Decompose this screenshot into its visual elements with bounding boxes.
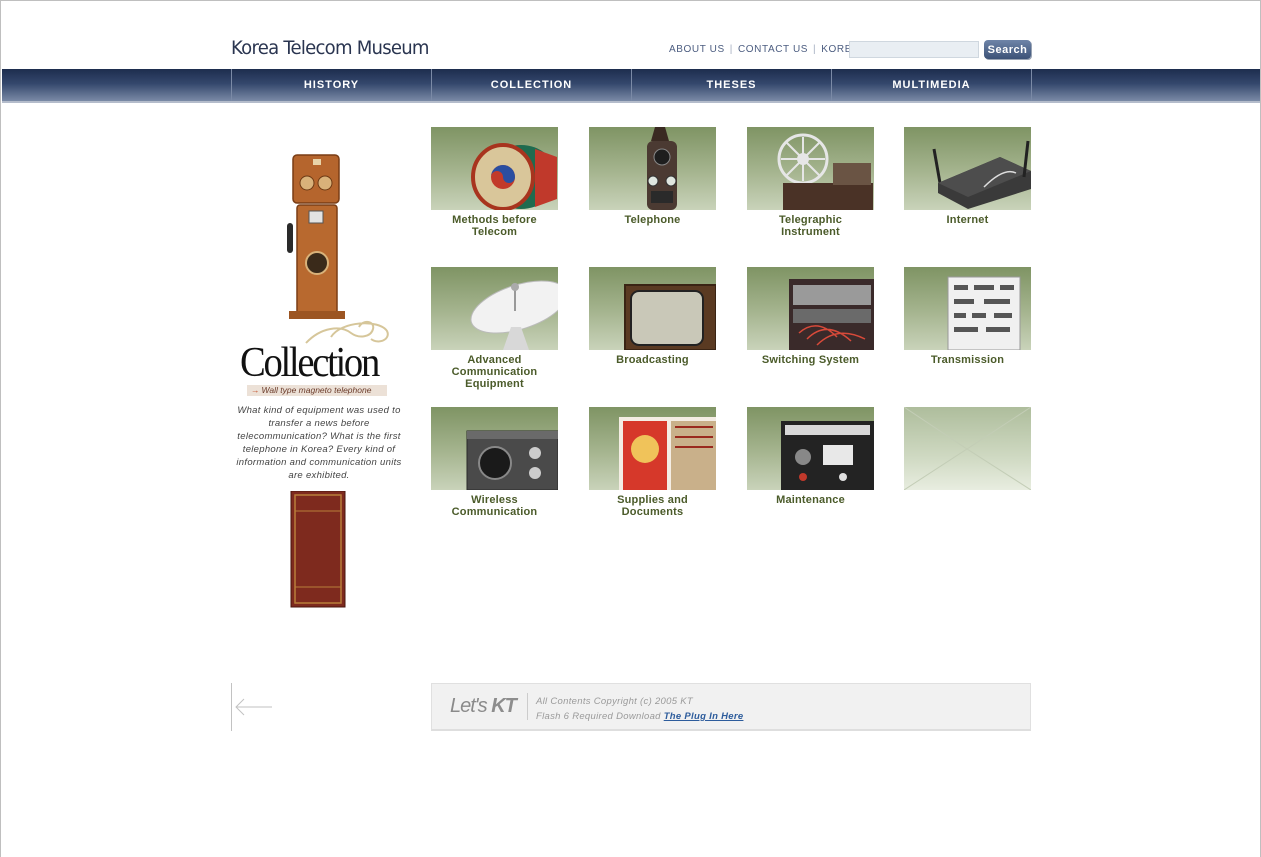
collection-item-switching-system[interactable]: Switching System: [747, 267, 874, 387]
radio-icon: [466, 430, 558, 490]
nav-collection[interactable]: COLLECTION: [431, 69, 631, 101]
thumbnail: [904, 267, 1031, 350]
separator: |: [729, 44, 733, 55]
contact-us-link[interactable]: CONTACT US: [738, 44, 808, 55]
tile-label: Maintenance: [776, 494, 845, 506]
tile-label: Wireless Communication: [451, 494, 538, 518]
footer-divider: [527, 693, 528, 720]
plugin-download-link[interactable]: The Plug In Here: [664, 711, 744, 722]
telegraph-icon: [777, 133, 873, 210]
wall-telephone-image: [287, 154, 345, 319]
thumbnail: [431, 267, 558, 350]
site-title[interactable]: Korea Telecom Museum: [231, 37, 429, 59]
nav-theses[interactable]: THESES: [631, 69, 831, 101]
tile-label: Switching System: [761, 354, 860, 366]
collection-item-telephone[interactable]: Telephone: [589, 127, 716, 247]
collection-heading: Collection: [240, 340, 380, 386]
about-us-link[interactable]: ABOUT US: [669, 44, 725, 55]
document-icon: [619, 417, 716, 490]
separator: |: [813, 44, 817, 55]
footer: Let's KT All Contents Copyright (c) 2005…: [431, 683, 1031, 731]
tile-label: Internet: [946, 214, 989, 226]
collection-item-transmission[interactable]: Transmission: [904, 267, 1031, 387]
book-image: [290, 491, 346, 608]
thumbnail: [589, 127, 716, 210]
tv-icon: [624, 284, 716, 350]
tile-label: Methods before Telecom: [452, 214, 537, 238]
collection-item-advanced-communication-equipment[interactable]: Advanced Communication Equipment: [431, 267, 558, 390]
logo-kt: KT: [491, 695, 517, 717]
back-button[interactable]: [231, 683, 276, 731]
collection-item-broadcasting[interactable]: Broadcasting: [589, 267, 716, 387]
tile-label: Telephone: [624, 214, 681, 226]
search-input[interactable]: [849, 41, 979, 58]
collection-placeholder: [904, 407, 1031, 527]
flash-notice-text: Flash 6 Required Download: [536, 711, 661, 722]
thumbnail: [747, 267, 874, 350]
search-button[interactable]: Search: [984, 40, 1031, 59]
collection-item-telegraphic-instrument[interactable]: Telegraphic Instrument: [747, 127, 874, 247]
tile-label: Advanced Communication Equipment: [451, 354, 538, 390]
thumbnail: [589, 267, 716, 350]
logo-lets: Let's: [450, 695, 488, 717]
nav-multimedia[interactable]: MULTIMEDIA: [831, 69, 1031, 101]
router-icon: [932, 140, 1031, 209]
tile-label: Telegraphic Instrument: [778, 214, 843, 238]
thumbnail: [904, 127, 1031, 210]
arrow-left-icon: [235, 698, 272, 716]
collection-item-maintenance[interactable]: Maintenance: [747, 407, 874, 527]
thumbnail: [747, 127, 874, 210]
tile-label: Transmission: [930, 354, 1005, 366]
placeholder-thumbnail: [904, 407, 1031, 490]
nav-history[interactable]: HISTORY: [231, 69, 431, 101]
arrow-right-icon: →: [251, 385, 260, 395]
collection-item-supplies-and-documents[interactable]: Supplies and Documents: [589, 407, 716, 527]
flash-notice: Flash 6 Required Download The Plug In He…: [536, 709, 743, 724]
collection-intro-panel: Collection → Wall type magneto telephone …: [231, 131, 411, 631]
telephone-icon: [647, 127, 677, 210]
kt-logo[interactable]: Let's KT: [450, 695, 517, 718]
satellite-dish-icon: [470, 280, 558, 350]
nav-divider: [1031, 69, 1032, 101]
transmission-rack-icon: [947, 276, 1021, 350]
switchboard-icon: [789, 279, 874, 350]
tile-label: Supplies and Documents: [617, 494, 688, 518]
collection-item-wireless-communication[interactable]: Wireless Communication: [431, 407, 558, 527]
footer-text: All Contents Copyright (c) 2005 KT Flash…: [536, 694, 743, 724]
main-nav: HISTORY COLLECTION THESES MULTIMEDIA: [2, 69, 1260, 103]
thumbnail: [431, 127, 558, 210]
test-equipment-icon: [781, 421, 874, 490]
thumbnail: [589, 407, 716, 490]
image-caption: → Wall type magneto telephone: [247, 385, 387, 396]
thumbnail: [431, 407, 558, 490]
envelope-icon: [904, 407, 1031, 490]
copyright-text: All Contents Copyright (c) 2005 KT: [536, 696, 693, 707]
intro-text: What kind of equipment was used to trans…: [236, 405, 402, 481]
utility-nav: ABOUT US | CONTACT US | KOREAN: [669, 44, 867, 55]
caption-text: Wall type magneto telephone: [261, 385, 372, 395]
collection-item-internet[interactable]: Internet: [904, 127, 1031, 247]
drum-icon: [471, 143, 557, 210]
tile-label: Broadcasting: [616, 354, 689, 366]
thumbnail: [747, 407, 874, 490]
collection-item-methods-before-telecom[interactable]: Methods before Telecom: [431, 127, 558, 247]
